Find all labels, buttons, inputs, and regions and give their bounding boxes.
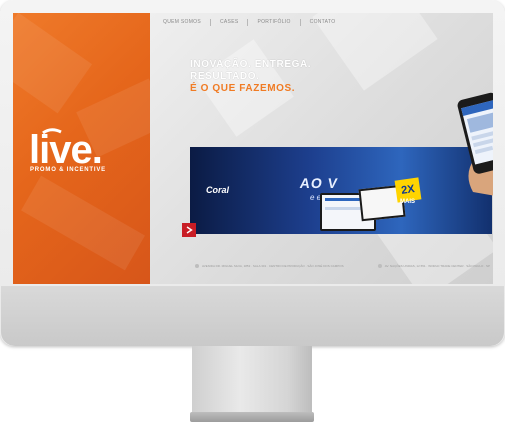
nav-item-portfolio[interactable]: PORTIFÓLIO [247, 19, 299, 26]
logo-text: live. [29, 128, 102, 172]
footer-addresses: AVENIDA DR. MIGUEL SILVA, 1853 · SALA 30… [195, 264, 490, 268]
nav-item-quem-somos[interactable]: QUEM SOMOS [163, 19, 210, 26]
content-panel: QUEM SOMOS CASES PORTIFÓLIO CONTATO INOV… [150, 13, 493, 284]
promo-badge-subtext: MAIS [400, 199, 415, 205]
location-pin-icon [195, 264, 199, 268]
coral-brand-logo: Coral [206, 185, 230, 195]
hero-headline: INOVAÇÃO. ENTREGA. RESULTADO. É O QUE FA… [190, 59, 311, 95]
play-icon [186, 226, 193, 234]
top-nav: QUEM SOMOS CASES PORTIFÓLIO CONTATO [163, 19, 344, 26]
brand-panel: live. PROMO & INCENTIVE [13, 13, 150, 284]
footer-address-item: AV. NAÇÕES UNIDAS, 12.551 · WORLD TRADE … [377, 264, 490, 268]
headline-line-3: É O QUE FAZEMOS. [190, 83, 296, 94]
monitor-chin [1, 286, 504, 346]
footer-address-1: AVENIDA DR. MIGUEL SILVA, 1853 · SALA 30… [202, 264, 344, 268]
play-button[interactable] [182, 223, 196, 237]
screen: live. PROMO & INCENTIVE QUEM SOMOS CASES… [13, 13, 493, 284]
footer-address-item: AVENIDA DR. MIGUEL SILVA, 1853 · SALA 30… [195, 264, 344, 268]
banner-headline: AO V [298, 175, 340, 191]
panel-facet [13, 13, 93, 114]
footer-address-2: AV. NAÇÕES UNIDAS, 12.551 · WORLD TRADE … [384, 264, 490, 268]
panel-facet [21, 175, 145, 271]
tagline: PROMO & INCENTIVE [30, 167, 106, 173]
phone-icon [457, 92, 493, 196]
nav-item-cases[interactable]: CASES [210, 19, 247, 26]
headline-line-1: INOVAÇÃO. ENTREGA. [190, 59, 312, 70]
monitor-stand [192, 346, 312, 414]
headline-line-2: RESULTADO. [190, 71, 260, 82]
location-pin-icon [377, 264, 382, 268]
monitor-stand-base [190, 412, 314, 422]
nav-item-contato[interactable]: CONTATO [299, 19, 345, 26]
desktop-monitor-mockup: live. PROMO & INCENTIVE QUEM SOMOS CASES… [0, 0, 505, 426]
